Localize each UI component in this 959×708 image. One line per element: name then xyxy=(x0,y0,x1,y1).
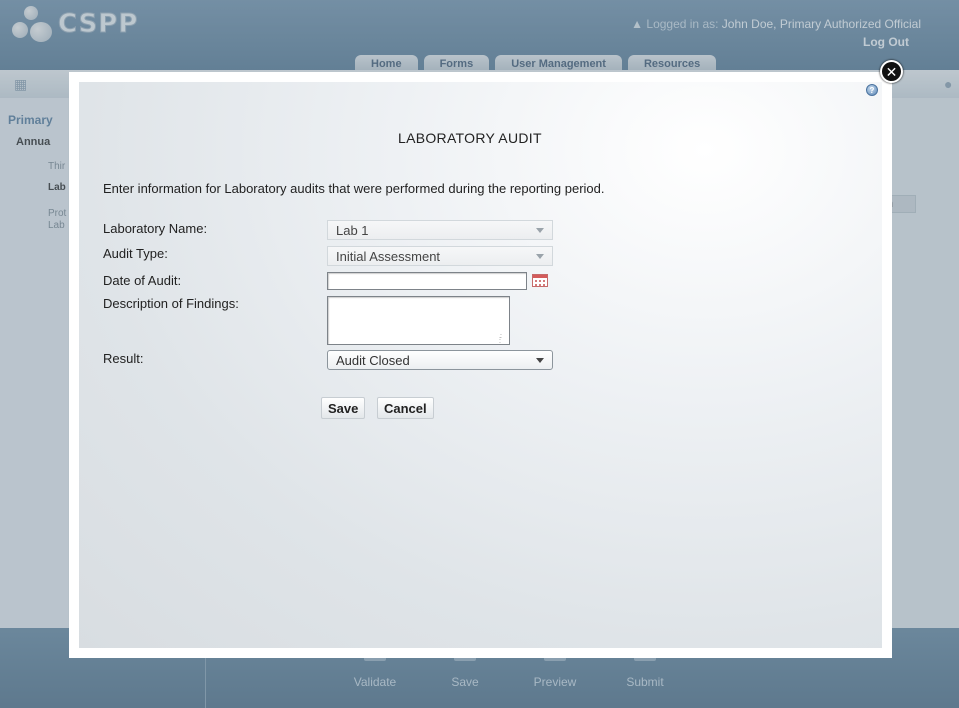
chevron-down-icon xyxy=(536,254,544,259)
resize-grip-icon[interactable]: .:: xyxy=(499,333,502,345)
cancel-button[interactable]: Cancel xyxy=(377,397,434,419)
lab-name-value: Lab 1 xyxy=(336,223,369,238)
result-label: Result: xyxy=(103,351,144,366)
close-icon[interactable]: ✕ xyxy=(880,60,903,83)
result-value: Audit Closed xyxy=(336,353,410,368)
description-textarea[interactable] xyxy=(327,296,510,345)
calendar-icon[interactable] xyxy=(532,274,548,287)
dialog-intro: Enter information for Laboratory audits … xyxy=(103,181,605,196)
date-label: Date of Audit: xyxy=(103,273,182,288)
chevron-down-icon xyxy=(536,358,544,363)
audit-type-value: Initial Assessment xyxy=(336,249,441,264)
lab-name-label: Laboratory Name: xyxy=(103,221,208,236)
help-icon[interactable]: ? xyxy=(866,84,878,96)
save-button[interactable]: Save xyxy=(321,397,366,419)
dialog-title: LABORATORY AUDIT xyxy=(398,130,542,146)
date-field[interactable] xyxy=(327,272,527,290)
chevron-down-icon xyxy=(536,228,544,233)
result-select[interactable]: Audit Closed xyxy=(327,350,553,370)
description-label: Description of Findings: xyxy=(103,296,239,311)
audit-type-select[interactable]: Initial Assessment xyxy=(327,246,553,266)
audit-type-label: Audit Type: xyxy=(103,246,168,261)
lab-name-select[interactable]: Lab 1 xyxy=(327,220,553,240)
